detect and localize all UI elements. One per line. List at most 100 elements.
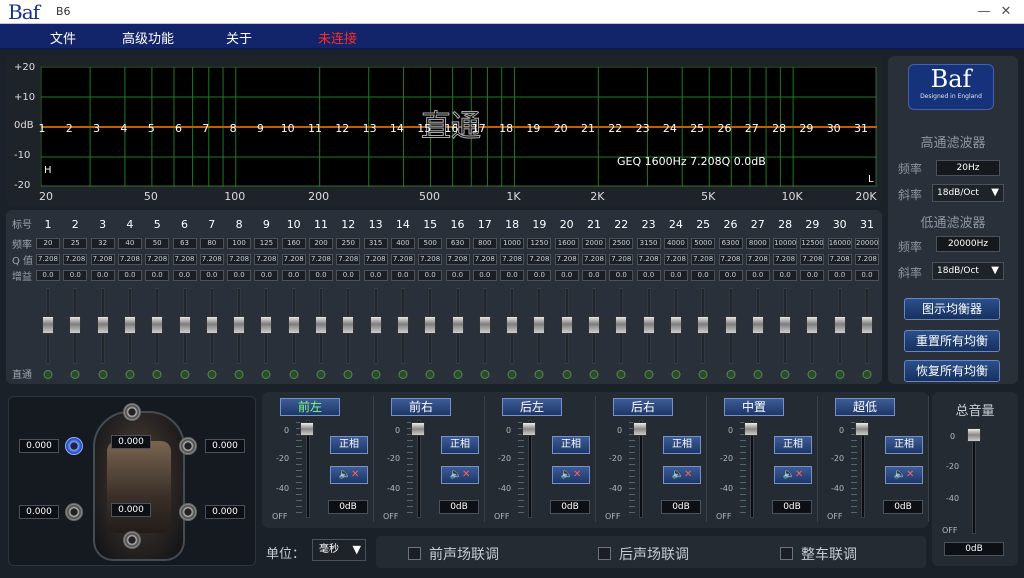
band-bypass-led[interactable] bbox=[480, 370, 490, 379]
band-gain-field[interactable]: 0.0 bbox=[745, 270, 770, 281]
band-freq-field[interactable]: 6300 bbox=[718, 238, 743, 249]
band-freq-field[interactable]: 1250 bbox=[527, 238, 552, 249]
phase-button[interactable]: 正相 bbox=[441, 436, 479, 454]
band-q-field[interactable]: 7.208 bbox=[172, 254, 197, 265]
band-q-field[interactable]: 7.208 bbox=[418, 254, 443, 265]
band-q-field[interactable]: 7.208 bbox=[336, 254, 361, 265]
band-bypass-led[interactable] bbox=[398, 370, 408, 379]
channel-volume-knob[interactable] bbox=[633, 422, 647, 436]
restore-all-eq-button[interactable]: 恢复所有均衡 bbox=[904, 360, 1000, 382]
band-freq-field[interactable]: 2000 bbox=[582, 238, 606, 249]
band-q-field[interactable]: 7.208 bbox=[718, 254, 743, 265]
band-slider-knob[interactable] bbox=[806, 316, 819, 334]
speaker-icon[interactable] bbox=[179, 503, 197, 521]
band-gain-field[interactable]: 0.0 bbox=[63, 270, 88, 281]
band-q-field[interactable]: 7.208 bbox=[827, 254, 852, 265]
band-bypass-led[interactable] bbox=[507, 370, 517, 379]
band-bypass-led[interactable] bbox=[644, 370, 654, 379]
band-gain-field[interactable]: 0.0 bbox=[773, 270, 798, 281]
band-slider-knob[interactable] bbox=[69, 316, 82, 334]
phase-button[interactable]: 正相 bbox=[663, 436, 701, 454]
band-q-field[interactable]: 7.208 bbox=[445, 254, 470, 265]
band-q-field[interactable]: 7.208 bbox=[145, 254, 170, 265]
phase-button[interactable]: 正相 bbox=[330, 436, 368, 454]
band-slider-knob[interactable] bbox=[724, 316, 737, 334]
channel-volume-knob[interactable] bbox=[522, 422, 536, 436]
channel-name-button[interactable]: 前右 bbox=[391, 398, 451, 416]
band-q-field[interactable]: 7.208 bbox=[554, 254, 579, 265]
band-q-field[interactable]: 7.208 bbox=[199, 254, 224, 265]
band-slider-knob[interactable] bbox=[315, 316, 327, 334]
mute-speaker-icon[interactable]: 🔈✕ bbox=[885, 466, 923, 484]
band-q-field[interactable]: 7.208 bbox=[745, 254, 770, 265]
channel-name-button[interactable]: 中置 bbox=[724, 398, 784, 416]
speaker-icon[interactable] bbox=[123, 403, 141, 421]
band-freq-field[interactable]: 16000 bbox=[827, 238, 852, 249]
front-link-checkbox[interactable]: 前声场联调 bbox=[408, 544, 499, 564]
band-gain-field[interactable]: 0.0 bbox=[663, 270, 688, 281]
band-bypass-led[interactable] bbox=[425, 370, 435, 379]
delay-rear-right[interactable]: 0.000 bbox=[205, 505, 245, 519]
band-slider-knob[interactable] bbox=[287, 316, 300, 334]
band-q-field[interactable]: 7.208 bbox=[773, 254, 798, 265]
band-slider-knob[interactable] bbox=[615, 316, 628, 334]
band-freq-field[interactable]: 160 bbox=[281, 238, 306, 249]
band-slider-knob[interactable] bbox=[751, 316, 764, 334]
delay-rear-left[interactable]: 0.000 bbox=[19, 505, 59, 519]
band-bypass-led[interactable] bbox=[371, 370, 381, 379]
band-freq-field[interactable]: 400 bbox=[390, 238, 415, 249]
band-q-field[interactable]: 7.208 bbox=[63, 254, 88, 265]
band-slider-knob[interactable] bbox=[697, 316, 710, 334]
band-slider-knob[interactable] bbox=[42, 316, 54, 334]
band-slider-knob[interactable] bbox=[233, 316, 246, 334]
band-bypass-led[interactable] bbox=[453, 370, 462, 379]
band-bypass-led[interactable] bbox=[807, 370, 817, 379]
band-freq-field[interactable]: 200 bbox=[309, 238, 333, 249]
lp-slope-select[interactable]: 18dB/Oct ▼ bbox=[932, 262, 1004, 280]
band-freq-field[interactable]: 125 bbox=[254, 238, 279, 249]
band-gain-field[interactable]: 0.0 bbox=[582, 270, 606, 281]
band-slider-knob[interactable] bbox=[151, 316, 164, 334]
band-freq-field[interactable]: 20 bbox=[36, 238, 60, 249]
band-q-field[interactable]: 7.208 bbox=[117, 254, 142, 265]
band-q-field[interactable]: 7.208 bbox=[500, 254, 525, 265]
phase-button[interactable]: 正相 bbox=[885, 436, 923, 454]
car-link-checkbox[interactable]: 整车联调 bbox=[780, 544, 857, 564]
speaker-icon[interactable] bbox=[123, 531, 141, 549]
checkbox-box[interactable] bbox=[780, 547, 793, 560]
band-q-field[interactable]: 7.208 bbox=[281, 254, 306, 265]
phase-button[interactable]: 正相 bbox=[774, 436, 812, 454]
band-slider-knob[interactable] bbox=[396, 316, 409, 334]
channel-volume-knob[interactable] bbox=[855, 422, 869, 436]
delay-subwoofer[interactable]: 0.000 bbox=[111, 503, 151, 517]
band-freq-field[interactable]: 5000 bbox=[691, 238, 716, 249]
hp-slope-select[interactable]: 18dB/Oct ▼ bbox=[932, 184, 1004, 202]
band-slider-knob[interactable] bbox=[833, 316, 846, 334]
channel-name-button[interactable]: 后左 bbox=[502, 398, 562, 416]
band-freq-field[interactable]: 25 bbox=[63, 238, 88, 249]
mute-speaker-icon[interactable]: 🔈✕ bbox=[330, 466, 368, 484]
delay-front-right[interactable]: 0.000 bbox=[205, 439, 245, 453]
band-slider-knob[interactable] bbox=[260, 316, 273, 334]
band-gain-field[interactable]: 0.0 bbox=[336, 270, 361, 281]
band-freq-field[interactable]: 8000 bbox=[745, 238, 770, 249]
channel-volume-knob[interactable] bbox=[744, 422, 758, 436]
band-gain-field[interactable]: 0.0 bbox=[418, 270, 443, 281]
band-slider-knob[interactable] bbox=[560, 316, 573, 334]
band-slider-knob[interactable] bbox=[96, 316, 109, 334]
band-q-field[interactable]: 7.208 bbox=[663, 254, 688, 265]
band-q-field[interactable]: 7.208 bbox=[691, 254, 716, 265]
band-bypass-led[interactable] bbox=[562, 370, 572, 379]
band-slider-knob[interactable] bbox=[588, 316, 600, 334]
band-slider-knob[interactable] bbox=[205, 316, 218, 334]
band-q-field[interactable]: 7.208 bbox=[855, 254, 879, 265]
band-slider-knob[interactable] bbox=[506, 316, 519, 334]
band-bypass-led[interactable] bbox=[180, 370, 189, 379]
delay-front-left[interactable]: 0.000 bbox=[19, 439, 59, 453]
band-slider-knob[interactable] bbox=[369, 316, 382, 334]
band-slider-knob[interactable] bbox=[451, 316, 464, 334]
band-freq-field[interactable]: 20000 bbox=[855, 238, 879, 249]
band-gain-field[interactable]: 0.0 bbox=[117, 270, 142, 281]
band-freq-field[interactable]: 80 bbox=[199, 238, 224, 249]
band-bypass-led[interactable] bbox=[316, 370, 326, 379]
